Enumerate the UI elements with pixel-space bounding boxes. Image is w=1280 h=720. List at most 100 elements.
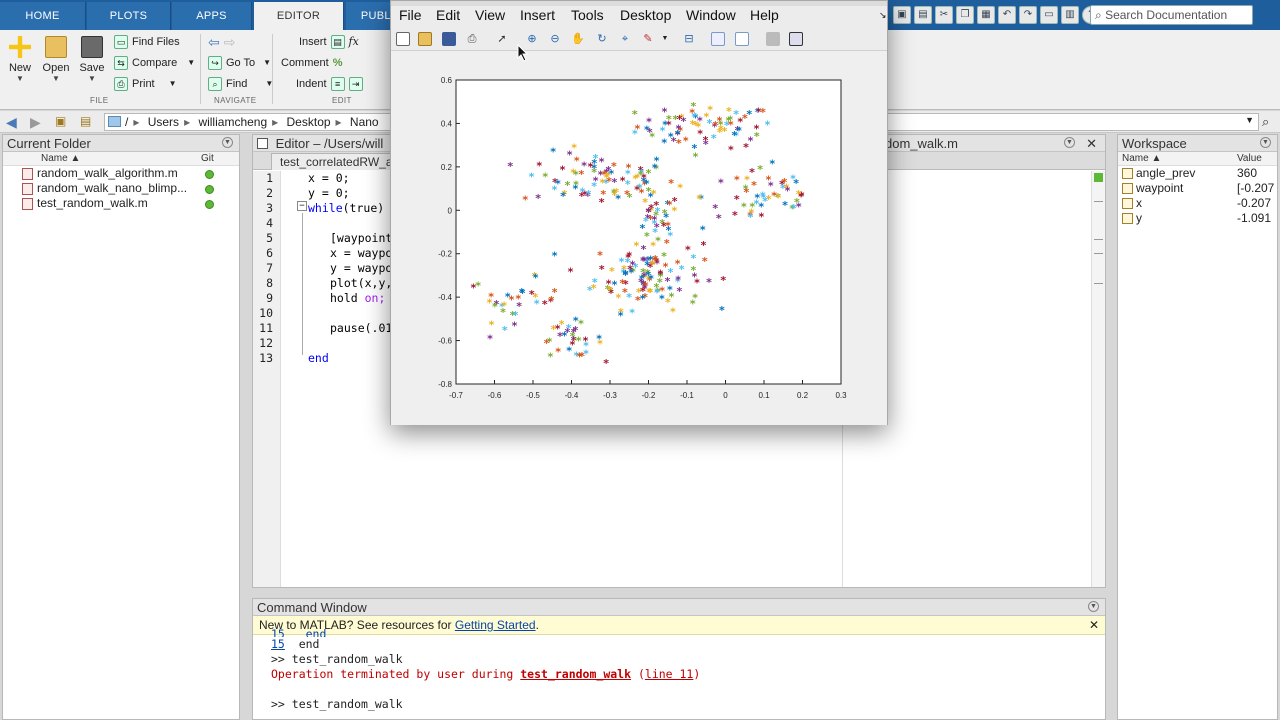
menu-tools[interactable]: Tools: [571, 7, 604, 23]
pan-hand-icon[interactable]: ✋: [571, 32, 585, 46]
no-warnings-indicator[interactable]: [1094, 173, 1103, 182]
tab-editor[interactable]: EDITOR: [254, 2, 344, 30]
compare-button[interactable]: ⇆ Compare ▼: [114, 54, 195, 72]
address-dropdown[interactable]: ▼: [887, 113, 1259, 131]
fx-icon: fx: [348, 35, 359, 48]
insert-button[interactable]: Insert ▤ fx: [299, 33, 359, 51]
breadcrumb-desktop[interactable]: Desktop: [287, 115, 331, 129]
legend-icon[interactable]: [735, 32, 749, 46]
data-point: *: [657, 276, 663, 289]
marker: [1094, 201, 1103, 202]
menu-insert[interactable]: Insert: [520, 7, 555, 23]
find-files-button[interactable]: ▭ Find Files: [114, 33, 180, 51]
tab-apps[interactable]: APPS: [172, 2, 252, 30]
new-button[interactable]: New ▼: [2, 34, 38, 83]
scatter-plot[interactable]: -0.7 -0.6 -0.5 -0.4 -0.3 -0.2 -0.1 0 0.1 0.2 0.3 0.…: [391, 51, 887, 425]
undo-icon[interactable]: ↶: [998, 6, 1016, 24]
panel-menu-icon[interactable]: ▼: [1260, 137, 1271, 148]
menu-help[interactable]: Help: [750, 7, 779, 23]
search-folder-icon[interactable]: ⌕: [1262, 114, 1269, 130]
error-line-link[interactable]: line 11: [645, 667, 693, 681]
browse-folder-icon[interactable]: ▤: [80, 114, 91, 128]
panel-menu-icon[interactable]: ▼: [1088, 601, 1099, 612]
cut-icon[interactable]: ✂: [935, 6, 953, 24]
editor-file-tab[interactable]: test_correlatedRW_a: [271, 153, 402, 170]
workspace-row[interactable]: x -0.207: [1118, 196, 1277, 211]
print-button[interactable]: ⎙ Print ▼: [114, 75, 177, 93]
breadcrumb[interactable]: / ▸ Users ▸ williamcheng ▸ Desktop ▸ Nano: [104, 113, 392, 131]
redo-icon[interactable]: ↷: [1019, 6, 1037, 24]
current-folder-title: Current Folder: [7, 136, 91, 151]
search-documentation-input[interactable]: ⌕ Search Documentation: [1090, 5, 1253, 25]
menu-edit[interactable]: Edit: [436, 7, 460, 23]
breadcrumb-users[interactable]: Users: [148, 115, 179, 129]
workspace-row[interactable]: y -1.091: [1118, 211, 1277, 226]
data-point: *: [728, 144, 734, 157]
error-function-link[interactable]: test_random_walk: [520, 667, 631, 681]
layout-icon[interactable]: ▥: [1061, 6, 1079, 24]
rotate-3d-icon[interactable]: ↻: [595, 32, 609, 46]
tab-plots[interactable]: PLOTS: [87, 2, 171, 30]
edit-plot-arrow-icon[interactable]: ➚: [495, 32, 509, 46]
plot-area[interactable]: -0.7 -0.6 -0.5 -0.4 -0.3 -0.2 -0.1 0 0.1 0.2 0.3 0.…: [391, 51, 887, 425]
go-to-button[interactable]: ↪ Go To ▼: [208, 54, 271, 72]
forward-icon[interactable]: ▶: [30, 114, 41, 131]
zoom-out-icon[interactable]: ⊖: [548, 32, 562, 46]
find-button[interactable]: ⌕ Find ▼: [208, 75, 273, 93]
copy-icon[interactable]: ❐: [956, 6, 974, 24]
data-point: *: [550, 146, 556, 159]
save-button[interactable]: Save ▼: [74, 34, 110, 83]
toolstrip-icon[interactable]: ▣: [893, 6, 911, 24]
code-line: while(true): [308, 201, 384, 216]
column-name[interactable]: Name ▲: [1122, 153, 1161, 164]
colorbar-icon[interactable]: [711, 32, 725, 46]
data-point: *: [603, 357, 609, 370]
open-file-icon[interactable]: [418, 32, 432, 46]
breadcrumb-user[interactable]: williamcheng: [198, 115, 267, 129]
data-point: *: [707, 104, 713, 117]
dock-arrow-icon[interactable]: ↘: [879, 10, 887, 21]
switch-windows-icon[interactable]: ▭: [1040, 6, 1058, 24]
file-row[interactable]: random_walk_nano_blimp...: [3, 181, 239, 196]
data-cursor-icon[interactable]: ⌖: [618, 32, 632, 46]
new-figure-icon[interactable]: [396, 32, 410, 46]
save-icon[interactable]: ▤: [914, 6, 932, 24]
panel-menu-icon[interactable]: ▼: [222, 137, 233, 148]
save-figure-icon[interactable]: [442, 32, 456, 46]
workspace-row[interactable]: waypoint [-0.207: [1118, 181, 1277, 196]
open-button[interactable]: Open ▼: [38, 34, 74, 83]
paste-icon[interactable]: ▦: [977, 6, 995, 24]
line-number-link[interactable]: 15: [271, 637, 285, 651]
workspace-row[interactable]: angle_prev 360: [1118, 166, 1277, 181]
tab-home[interactable]: HOME: [0, 2, 86, 30]
column-git[interactable]: Git: [201, 153, 214, 164]
breadcrumb-root[interactable]: /: [125, 115, 128, 129]
menu-file[interactable]: File: [399, 7, 422, 23]
back-arrow-icon[interactable]: ⇦ ⇨: [208, 33, 235, 51]
show-plot-tools-icon[interactable]: [789, 32, 803, 46]
file-row[interactable]: random_walk_algorithm.m: [3, 166, 239, 181]
up-folder-icon[interactable]: ▣: [55, 114, 66, 128]
chevron-down-icon[interactable]: ▼: [658, 32, 672, 46]
brush-icon[interactable]: ✎: [641, 32, 655, 46]
hide-plot-tools-icon[interactable]: [766, 32, 780, 46]
panel-menu-icon[interactable]: ▼: [1064, 137, 1075, 148]
getting-started-link[interactable]: Getting Started: [455, 618, 536, 632]
close-icon[interactable]: ✕: [1086, 135, 1097, 152]
link-plot-icon[interactable]: ⊟: [682, 32, 696, 46]
data-point: *: [769, 157, 775, 170]
column-value[interactable]: Value: [1237, 153, 1262, 164]
column-name[interactable]: Name ▲: [41, 153, 80, 164]
menu-desktop[interactable]: Desktop: [620, 7, 671, 23]
back-icon[interactable]: ◀: [6, 114, 17, 131]
menu-window[interactable]: Window: [686, 7, 736, 23]
comment-button[interactable]: Comment%: [281, 54, 342, 72]
indent-button[interactable]: Indent ≡ ⇥: [296, 75, 363, 93]
fold-icon[interactable]: −: [297, 201, 307, 211]
menu-view[interactable]: View: [475, 7, 505, 23]
close-icon[interactable]: ✕: [1089, 616, 1099, 635]
figure-window[interactable]: File Edit View Insert Tools Desktop Wind…: [390, 0, 888, 425]
file-row[interactable]: test_random_walk.m: [3, 196, 239, 211]
breadcrumb-nano[interactable]: Nano: [350, 115, 379, 129]
print-icon[interactable]: ⎙: [465, 32, 479, 46]
